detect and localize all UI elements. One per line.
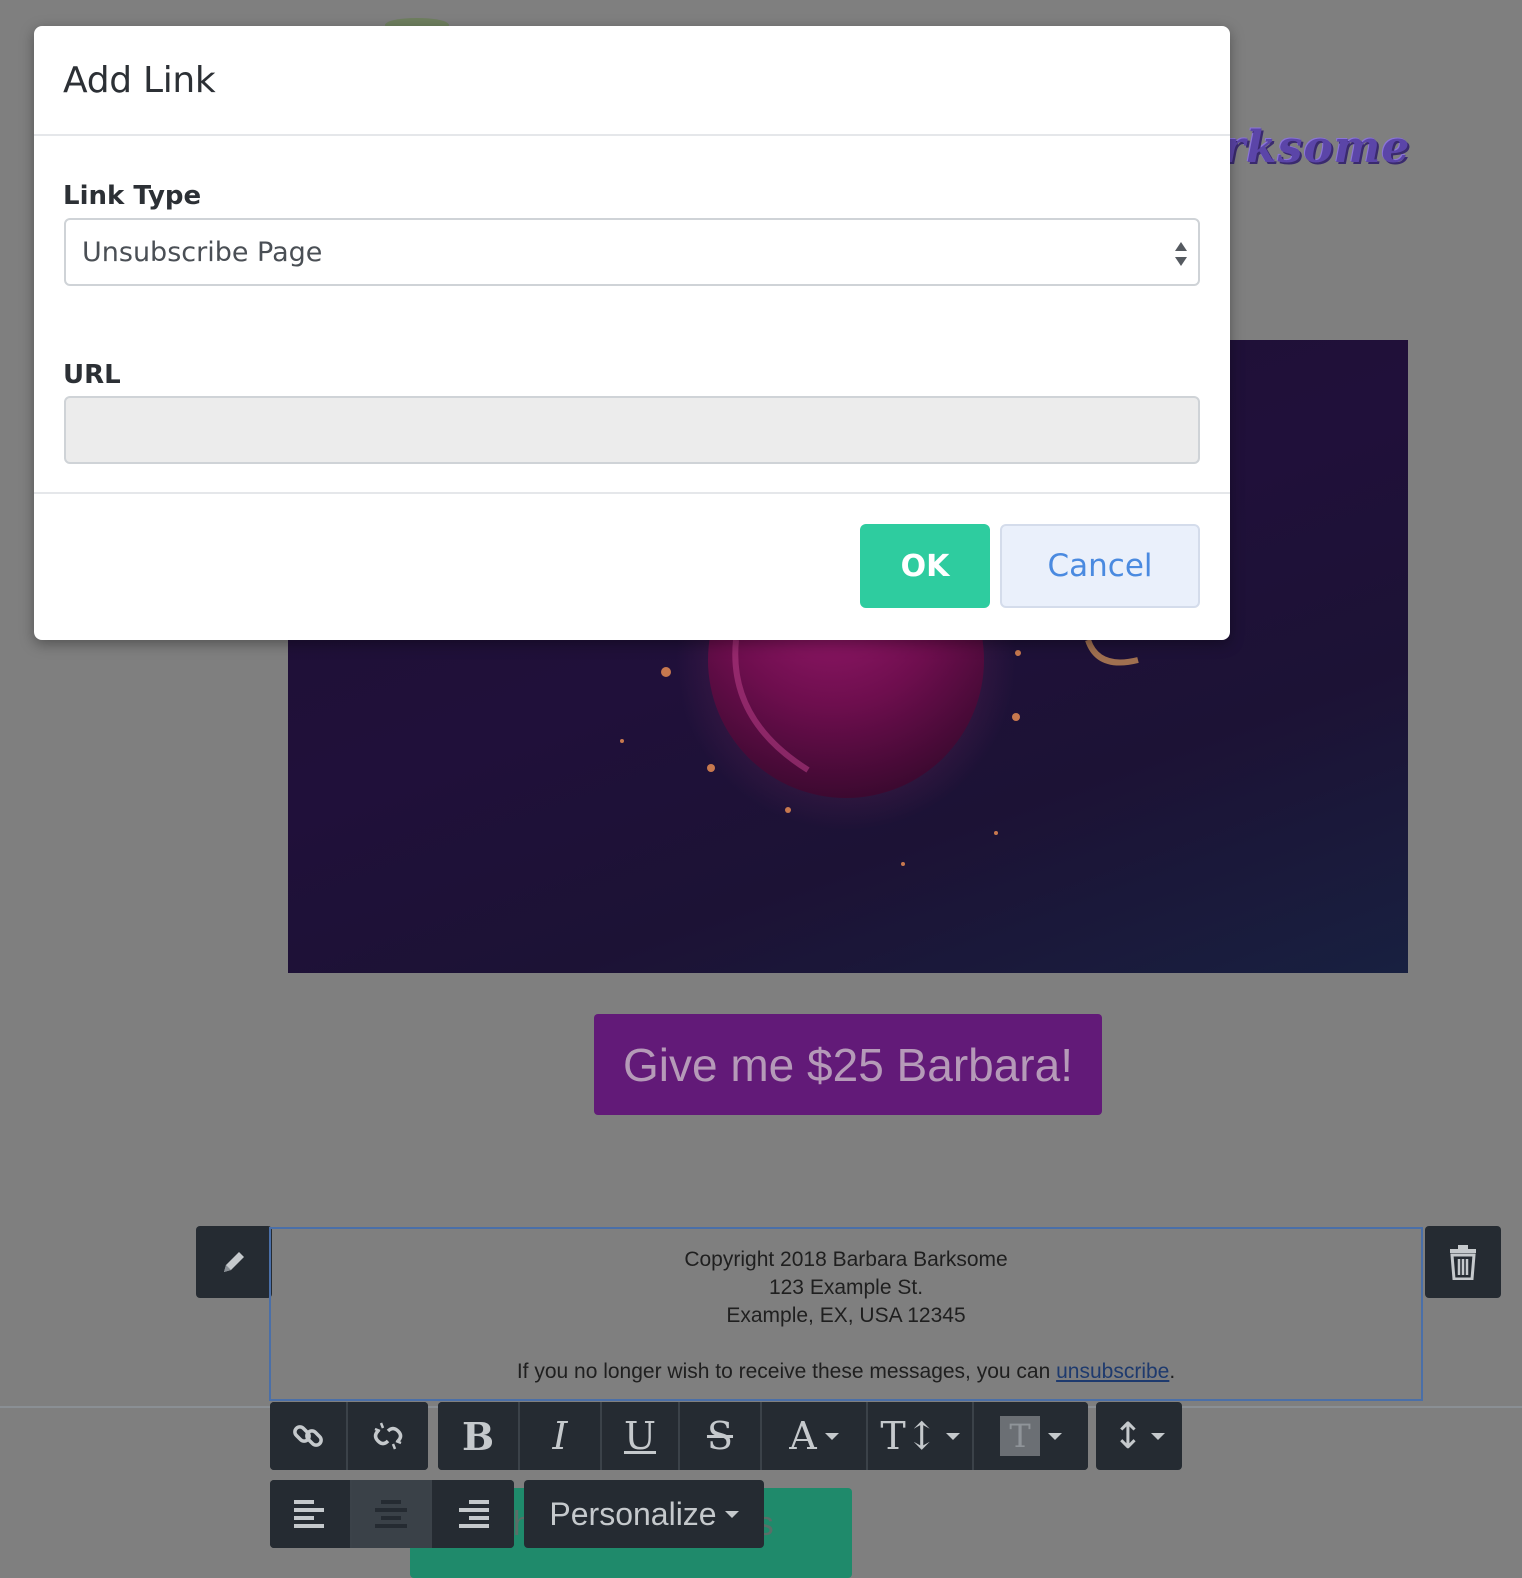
font-size-button[interactable]: T↕ <box>868 1402 974 1470</box>
pencil-icon <box>224 1252 244 1272</box>
address-line-2: Example, EX, USA 12345 <box>726 1304 966 1327</box>
italic-icon: I <box>552 1414 568 1458</box>
insert-link-button[interactable] <box>270 1402 348 1470</box>
underline-button[interactable]: U <box>602 1402 680 1470</box>
chevron-down-icon <box>1151 1432 1166 1440</box>
unsubscribe-prefix: If you no longer wish to receive these m… <box>516 1360 1057 1383</box>
italic-button[interactable]: I <box>520 1402 602 1470</box>
font-color-icon: A <box>789 1414 817 1458</box>
dialog-header: Add Link <box>34 26 1230 136</box>
select-arrows-icon <box>1175 242 1187 266</box>
bold-button[interactable]: B <box>438 1402 520 1470</box>
link-toolbar-group <box>270 1402 428 1470</box>
dialog-body: Link Type Unsubscribe Page URL <box>34 136 1230 494</box>
edit-block-button[interactable] <box>196 1226 272 1298</box>
font-color-button[interactable]: A <box>762 1402 868 1470</box>
ok-button[interactable]: OK <box>860 524 990 608</box>
brand-logo: rksome <box>1222 122 1411 173</box>
highlight-icon: T <box>1000 1416 1040 1456</box>
link-type-value: Unsubscribe Page <box>82 236 323 268</box>
cancel-button[interactable]: Cancel <box>1000 524 1200 608</box>
strikethrough-button[interactable]: S <box>680 1402 762 1470</box>
footer-text-block[interactable]: Copyright 2018 Barbara Barksome 123 Exam… <box>269 1227 1423 1401</box>
align-right-icon <box>459 1500 489 1528</box>
delete-block-button[interactable] <box>1425 1226 1501 1298</box>
link-type-select[interactable]: Unsubscribe Page <box>64 218 1200 286</box>
align-left-icon <box>294 1500 324 1528</box>
chevron-down-icon <box>824 1432 839 1440</box>
remove-link-button[interactable] <box>348 1402 428 1470</box>
line-height-icon: ↕ <box>1112 1415 1144 1457</box>
address-line-1: 123 Example St. <box>768 1276 924 1299</box>
chevron-down-icon <box>1048 1432 1062 1440</box>
line-height-button[interactable]: ↕ <box>1096 1402 1182 1470</box>
align-toolbar-group <box>270 1480 514 1548</box>
link-type-label: Link Type <box>63 181 202 211</box>
chevron-down-icon <box>724 1510 739 1518</box>
unsubscribe-suffix: . <box>1169 1360 1176 1383</box>
line-height-toolbar-group: ↕ <box>1096 1402 1182 1470</box>
link-icon <box>293 1425 323 1447</box>
trash-icon <box>1450 1245 1476 1280</box>
unsubscribe-link[interactable]: unsubscribe <box>1056 1360 1169 1383</box>
bold-icon: B <box>461 1413 495 1459</box>
chevron-down-icon <box>945 1432 960 1440</box>
format-toolbar-group: B I U S A T↕ T <box>438 1402 1088 1470</box>
dialog-footer: OK Cancel <box>34 494 1230 640</box>
url-label: URL <box>63 360 121 390</box>
font-size-icon: T↕ <box>880 1414 938 1458</box>
unlink-icon <box>373 1422 403 1450</box>
url-input[interactable] <box>64 396 1200 464</box>
cta-button[interactable]: Give me $25 Barbara! <box>594 1014 1102 1115</box>
copyright-text: Copyright 2018 Barbara Barksome <box>684 1248 1008 1271</box>
underline-icon: U <box>623 1414 657 1458</box>
align-left-button[interactable] <box>270 1480 352 1548</box>
add-link-dialog: Add Link Link Type Unsubscribe Page URL … <box>34 26 1230 640</box>
unsubscribe-line: If you no longer wish to receive these m… <box>271 1358 1421 1386</box>
dialog-title: Add Link <box>63 59 216 101</box>
personalize-dropdown[interactable]: Personalize <box>524 1480 764 1548</box>
strikethrough-icon: S <box>706 1414 734 1458</box>
align-right-button[interactable] <box>432 1480 514 1548</box>
align-center-icon <box>375 1500 407 1528</box>
personalize-label: Personalize <box>549 1495 717 1532</box>
highlight-color-button[interactable]: T <box>974 1402 1088 1470</box>
align-center-button[interactable] <box>352 1480 432 1548</box>
